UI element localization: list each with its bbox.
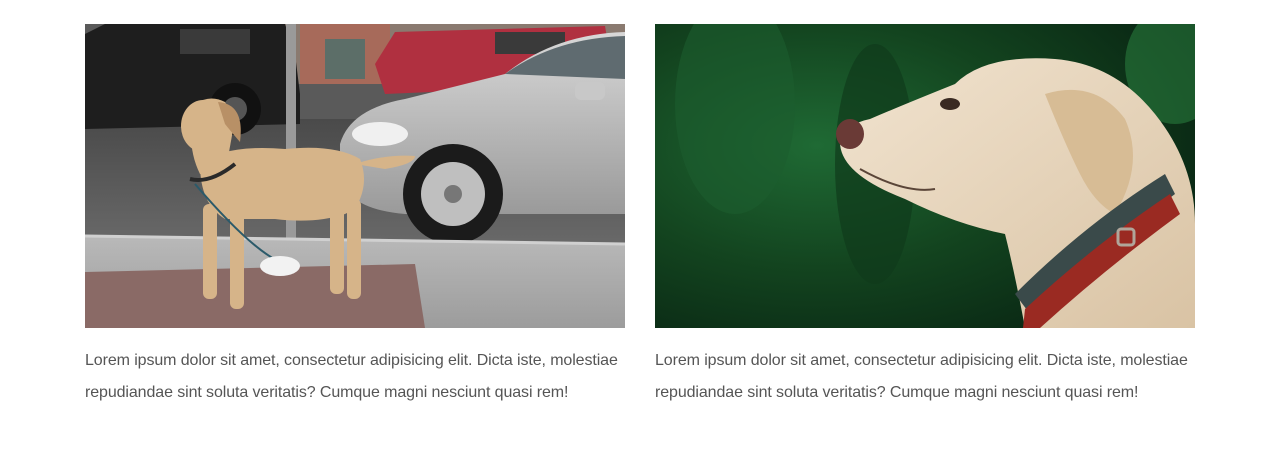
dog-sidewalk-photo [85,24,625,328]
card-2-text: Lorem ipsum dolor sit amet, consectetur … [655,352,1188,401]
card-1-text: Lorem ipsum dolor sit amet, consectetur … [85,352,618,401]
card-1-image [85,24,625,328]
card-2-image [655,24,1195,328]
dog-portrait-photo [655,24,1195,328]
card-2: Lorem ipsum dolor sit amet, consectetur … [655,24,1195,409]
card-1: Lorem ipsum dolor sit amet, consectetur … [85,24,625,409]
